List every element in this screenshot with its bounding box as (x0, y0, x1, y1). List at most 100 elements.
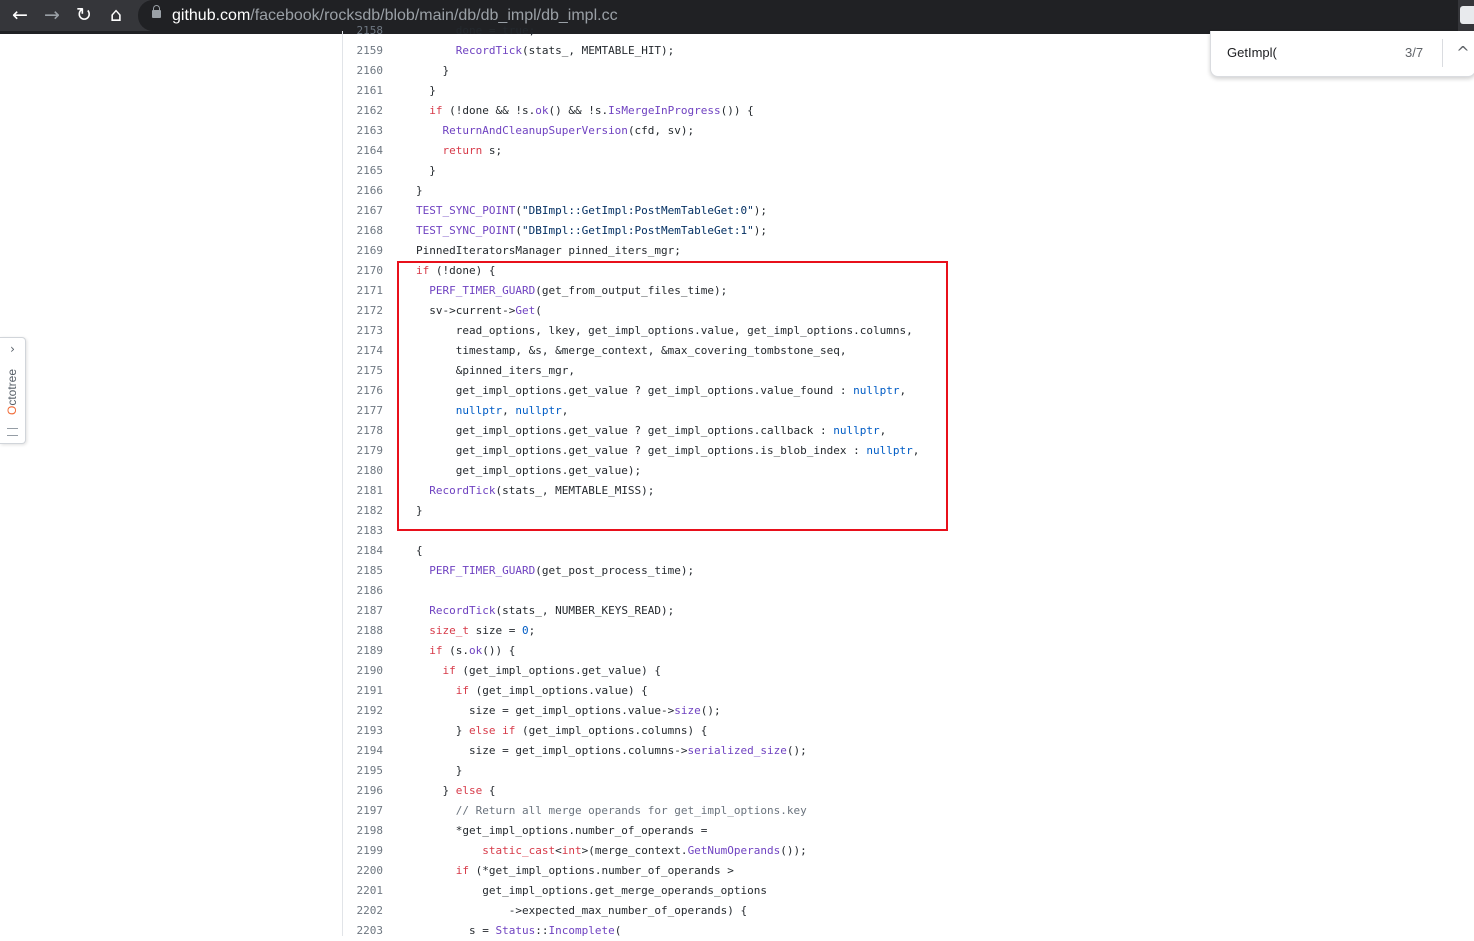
line-number[interactable]: 2195 (343, 761, 384, 781)
browser-toolbar: ← → ↻ ⌂ github.com/facebook/rocksdb/blob… (0, 0, 1474, 34)
line-number[interactable]: 2182 (343, 501, 384, 521)
reload-icon[interactable]: ↻ (69, 0, 99, 31)
line-number[interactable]: 2183 (343, 521, 384, 541)
line-number[interactable]: 2196 (343, 781, 384, 801)
line-number[interactable]: 2174 (343, 341, 384, 361)
line-content: sv->current->Get( (416, 301, 542, 321)
line-number[interactable]: 2191 (343, 681, 384, 701)
code-token: return (442, 144, 483, 157)
line-number[interactable]: 2189 (343, 641, 384, 661)
extension-icon[interactable] (1460, 6, 1474, 24)
line-number[interactable]: 2161 (343, 81, 384, 101)
line-content: get_impl_options.get_value ? get_impl_op… (416, 381, 906, 401)
chevron-up-icon[interactable]: ^ (1451, 31, 1474, 75)
code-token: nullptr (455, 404, 503, 417)
code-token: get_impl_options.get_value ? get_impl_op… (416, 424, 834, 437)
octotree-toggle[interactable]: › Octotree (0, 337, 26, 444)
line-number[interactable]: 2160 (343, 61, 384, 81)
code-token: (); (700, 704, 721, 717)
code-token: ReturnAndCleanupSuperVersion (442, 124, 628, 137)
code-token: } (416, 84, 436, 97)
line-number[interactable]: 2184 (343, 541, 384, 561)
line-number[interactable]: 2170 (343, 261, 384, 281)
code-token: if (429, 104, 443, 117)
line-number[interactable]: 2166 (343, 181, 384, 201)
forward-arrow-icon[interactable]: → (37, 0, 67, 31)
code-token: timestamp, &s, &merge_context, &max_cove… (416, 344, 847, 357)
line-content: if (*get_impl_options.number_of_operands… (416, 861, 734, 881)
code-token: nullptr (515, 404, 562, 417)
home-icon[interactable]: ⌂ (101, 0, 131, 31)
line-number[interactable]: 2185 (343, 561, 384, 581)
address-bar[interactable]: github.com/facebook/rocksdb/blob/main/db… (138, 0, 1458, 31)
line-number[interactable]: 2194 (343, 741, 384, 761)
line-number[interactable]: 2197 (343, 801, 384, 821)
line-content: static_cast<int>(merge_context.GetNumOpe… (416, 841, 807, 861)
code-token: (get_from_output_files_time); (535, 284, 728, 297)
line-number[interactable]: 2171 (343, 281, 384, 301)
line-content: if (s.ok()) { (416, 641, 515, 661)
line-number[interactable]: 2201 (343, 881, 384, 901)
line-number[interactable]: 2177 (343, 401, 384, 421)
line-number[interactable]: 2199 (343, 841, 384, 861)
code-token: PERF_TIMER_GUARD (429, 284, 536, 297)
find-divider (1442, 39, 1443, 67)
line-number[interactable]: 2198 (343, 821, 384, 841)
line-number[interactable]: 2203 (343, 921, 384, 941)
line-number[interactable]: 2200 (343, 861, 384, 881)
code-token: serialized_size (687, 744, 787, 757)
code-token: (get_impl_options.value) { (469, 684, 648, 697)
line-content: done = true; (416, 21, 535, 41)
code-token: s = (416, 924, 496, 937)
code-token: nullptr (866, 444, 913, 457)
line-number[interactable]: 2168 (343, 221, 384, 241)
line-content: nullptr, nullptr, (416, 401, 569, 421)
code-token: (*get_impl_options.number_of_operands > (469, 864, 734, 877)
line-number[interactable]: 2186 (343, 581, 384, 601)
line-content: read_options, lkey, get_impl_options.val… (416, 321, 913, 341)
line-number[interactable]: 2190 (343, 661, 384, 681)
line-number[interactable]: 2176 (343, 381, 384, 401)
code-token: IsMergeInProgress (608, 104, 721, 117)
line-number[interactable]: 2159 (343, 41, 384, 61)
line-number[interactable]: 2164 (343, 141, 384, 161)
code-token: size_t (429, 624, 469, 637)
line-number[interactable]: 2167 (343, 201, 384, 221)
line-number[interactable]: 2192 (343, 701, 384, 721)
line-number[interactable]: 2172 (343, 301, 384, 321)
line-number[interactable]: 2179 (343, 441, 384, 461)
code-token: get_impl_options.get_value); (416, 464, 642, 477)
line-number[interactable]: 2187 (343, 601, 384, 621)
line-number[interactable]: 2193 (343, 721, 384, 741)
line-number[interactable]: 2162 (343, 101, 384, 121)
code-token: RecordTick (429, 604, 496, 617)
line-number[interactable]: 2202 (343, 901, 384, 921)
line-number[interactable]: 2180 (343, 461, 384, 481)
chevron-right-icon[interactable]: › (0, 342, 25, 356)
grip-icon[interactable] (7, 428, 18, 436)
line-content: } else if (get_impl_options.columns) { (416, 721, 708, 741)
line-number[interactable]: 2163 (343, 121, 384, 141)
line-number[interactable]: 2158 (343, 21, 384, 41)
line-number[interactable]: 2175 (343, 361, 384, 381)
code-token: &pinned_iters_mgr, (416, 364, 575, 377)
find-input[interactable]: GetImpl( (1227, 31, 1277, 75)
line-content: size_t size = 0; (416, 621, 535, 641)
code-token: } (416, 504, 423, 517)
url-text[interactable]: github.com/facebook/rocksdb/blob/main/db… (172, 0, 618, 31)
line-number[interactable]: 2165 (343, 161, 384, 181)
line-number[interactable]: 2188 (343, 621, 384, 641)
code-token: "DBImpl::GetImpl:PostMemTableGet:1" (521, 224, 754, 237)
line-number[interactable]: 2181 (343, 481, 384, 501)
line-number[interactable]: 2178 (343, 421, 384, 441)
back-arrow-icon[interactable]: ← (5, 0, 35, 31)
line-number[interactable]: 2173 (343, 321, 384, 341)
code-token: { (482, 784, 496, 797)
code-token: ; (528, 624, 536, 637)
line-number[interactable]: 2169 (343, 241, 384, 261)
